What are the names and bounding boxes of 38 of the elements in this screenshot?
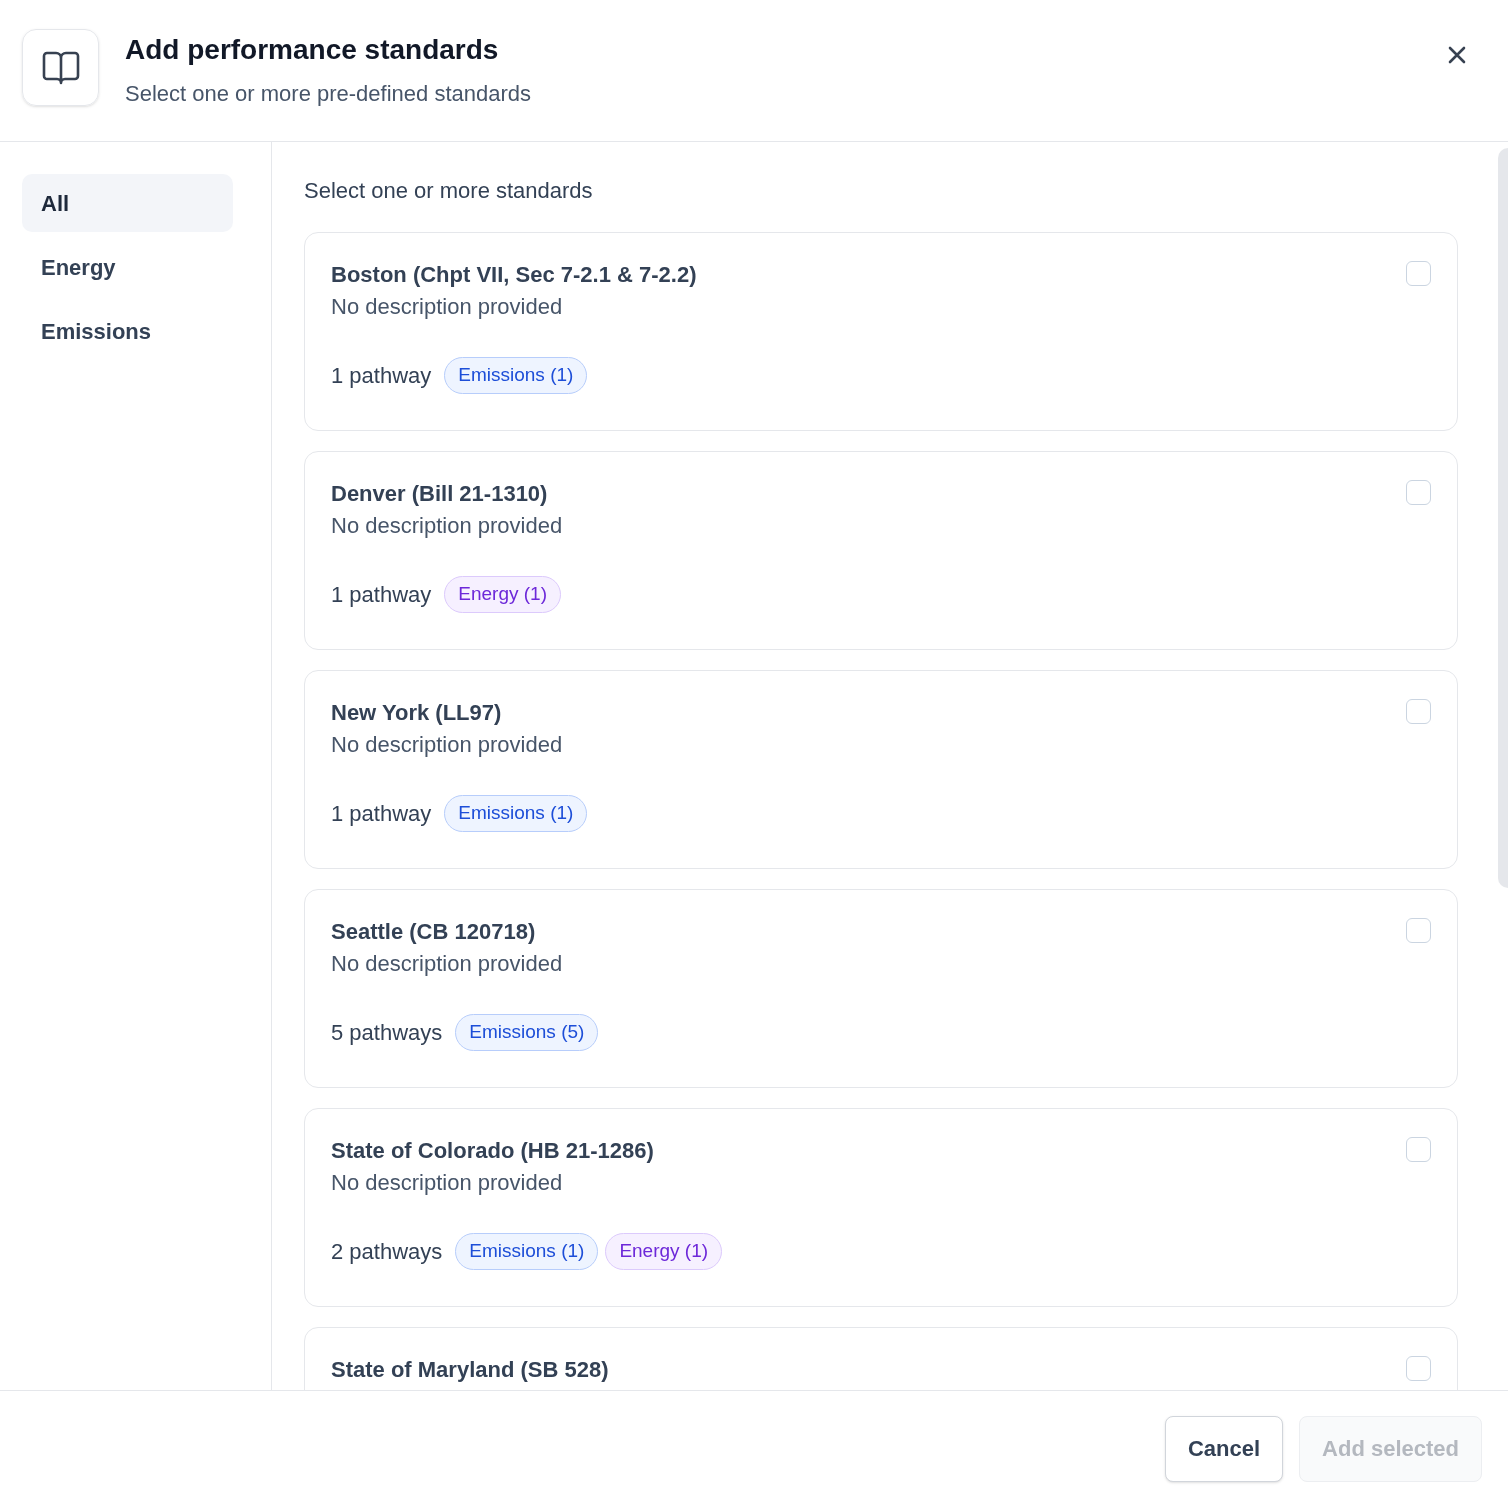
sidebar-item[interactable]: All <box>22 174 233 232</box>
pathway-count: 5 pathways <box>331 1019 443 1047</box>
book-icon <box>41 50 80 85</box>
standard-title: State of Colorado (HB 21-1286) <box>331 1137 654 1165</box>
pathway-count: 1 pathway <box>331 800 432 828</box>
standard-description: No description provided <box>331 1169 563 1197</box>
standard-title: State of Maryland (SB 528) <box>331 1356 609 1384</box>
scrollbar[interactable] <box>1498 148 1508 888</box>
standard-title: Denver (Bill 21-1310) <box>331 480 548 508</box>
standard-description: No description provided <box>331 512 563 540</box>
cancel-button[interactable]: Cancel <box>1164 1415 1284 1482</box>
standard-description: No description provided <box>331 950 563 978</box>
close-icon <box>1448 46 1466 64</box>
standard-description: No description provided <box>331 293 563 321</box>
standard-title: Seattle (CB 120718) <box>331 918 536 946</box>
standard-description: No description provided <box>331 731 563 759</box>
standard-title: New York (LL97) <box>331 699 502 727</box>
category-tag: Emissions (1) <box>444 357 588 394</box>
category-tag: Energy (1) <box>605 1233 723 1270</box>
category-tag: Emissions (1) <box>455 1233 599 1270</box>
dialog-subtitle: Select one or more pre-defined standards <box>125 80 531 108</box>
checkbox[interactable] <box>1406 918 1431 943</box>
checkbox[interactable] <box>1406 1137 1431 1162</box>
dialog-title: Add performance standards <box>125 33 500 67</box>
category-tag: Energy (1) <box>444 576 561 613</box>
category-tag: Emissions (1) <box>444 795 588 832</box>
checkbox[interactable] <box>1406 261 1431 286</box>
pathway-count: 2 pathways <box>331 1238 443 1266</box>
section-heading: Select one or more standards <box>304 177 594 205</box>
sidebar-item[interactable]: Emissions <box>22 302 233 360</box>
checkbox[interactable] <box>1406 480 1431 505</box>
sidebar-item[interactable]: Energy <box>22 238 233 296</box>
pathway-count: 1 pathway <box>331 581 432 609</box>
pathway-count: 1 pathway <box>331 362 432 390</box>
standard-title: Boston (Chpt VII, Sec 7-2.1 & 7-2.2) <box>331 261 697 289</box>
category-tag: Emissions (5) <box>455 1014 599 1051</box>
checkbox[interactable] <box>1406 1356 1431 1381</box>
checkbox[interactable] <box>1406 699 1431 724</box>
